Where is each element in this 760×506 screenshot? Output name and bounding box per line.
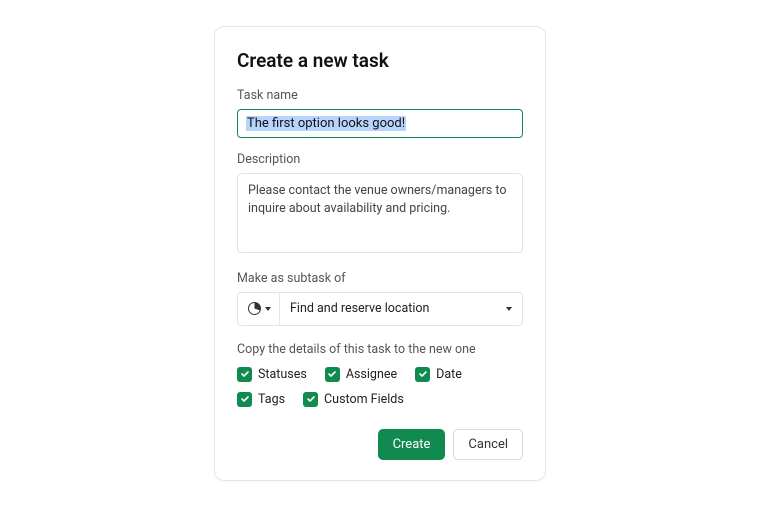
subtask-label: Make as subtask of [237, 271, 523, 286]
subtask-icon-cell[interactable] [238, 293, 280, 325]
checkbox-label: Custom Fields [324, 392, 404, 407]
caret-down-icon [265, 307, 271, 311]
task-name-input[interactable]: The first option looks good! [237, 109, 523, 138]
description-input[interactable] [237, 173, 523, 253]
check-icon [237, 367, 252, 382]
checkbox-tags[interactable]: Tags [237, 392, 285, 407]
checkbox-label: Statuses [258, 367, 307, 382]
checkbox-assignee[interactable]: Assignee [325, 367, 397, 382]
check-icon [303, 392, 318, 407]
subtask-value-cell[interactable]: Find and reserve location [280, 293, 522, 325]
checkbox-label: Assignee [346, 367, 397, 382]
checkbox-label: Tags [258, 392, 285, 407]
create-task-dialog: Create a new task Task name The first op… [214, 26, 546, 481]
checkbox-label: Date [436, 367, 462, 382]
checkbox-statuses[interactable]: Statuses [237, 367, 307, 382]
subtask-value: Find and reserve location [290, 301, 429, 316]
cancel-button[interactable]: Cancel [453, 429, 523, 460]
dialog-title: Create a new task [237, 49, 523, 72]
description-label: Description [237, 152, 523, 167]
caret-down-icon [506, 307, 512, 311]
check-icon [237, 392, 252, 407]
check-icon [415, 367, 430, 382]
copy-details-label: Copy the details of this task to the new… [237, 342, 523, 357]
create-button[interactable]: Create [378, 429, 446, 460]
checkbox-date[interactable]: Date [415, 367, 462, 382]
copy-checkbox-group: Statuses Assignee Date Tags Custom Field… [237, 367, 523, 407]
dialog-actions: Create Cancel [237, 429, 523, 460]
task-name-label: Task name [237, 88, 523, 103]
task-name-value: The first option looks good! [246, 116, 406, 131]
checkbox-custom-fields[interactable]: Custom Fields [303, 392, 404, 407]
check-icon [325, 367, 340, 382]
subtask-select[interactable]: Find and reserve location [237, 292, 523, 326]
progress-pie-icon [248, 302, 261, 315]
